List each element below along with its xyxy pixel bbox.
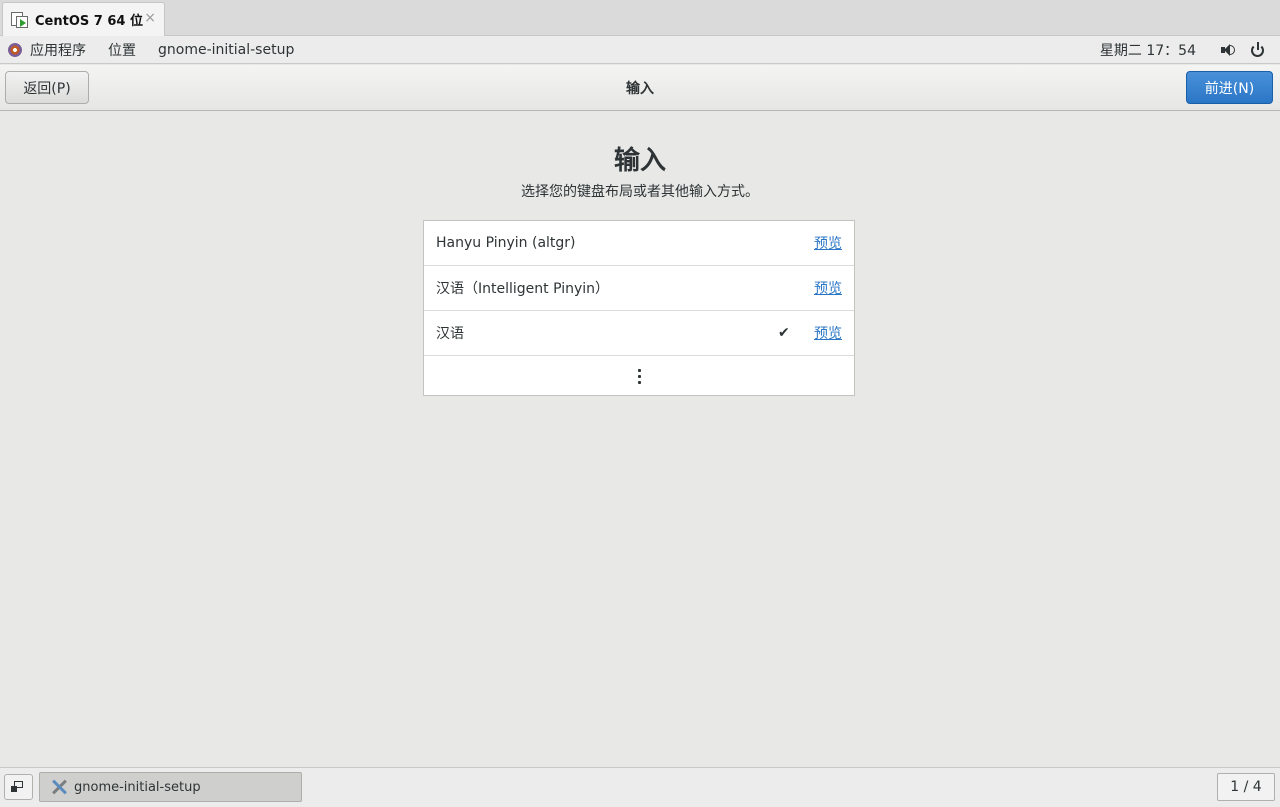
preview-link[interactable]: 预览 bbox=[814, 233, 842, 253]
input-source-row[interactable]: 汉语（Intelligent Pinyin） 预览 bbox=[424, 266, 854, 311]
taskbar-item[interactable]: gnome-initial-setup bbox=[39, 772, 302, 802]
input-source-label: 汉语（Intelligent Pinyin） bbox=[436, 281, 610, 297]
workspace-switcher[interactable]: 1 / 4 bbox=[1217, 773, 1275, 801]
gnome-foot-icon bbox=[8, 42, 22, 57]
input-source-label: Hanyu Pinyin (altgr) bbox=[436, 235, 576, 251]
page-title: 输入 bbox=[613, 146, 666, 176]
header-bar: 返回(P) 输入 前进(N) bbox=[0, 65, 1280, 111]
places-menu[interactable]: 位置 bbox=[108, 40, 136, 60]
vm-tab[interactable]: CentOS 7 64 位 × bbox=[2, 2, 165, 36]
preview-link[interactable]: 预览 bbox=[814, 278, 842, 298]
vm-icon bbox=[11, 11, 29, 29]
checkmark-icon: ✔ bbox=[778, 325, 790, 341]
top-bar: 应用程序 位置 gnome-initial-setup 星期二 17：54 bbox=[0, 36, 1280, 64]
applications-menu-label: 应用程序 bbox=[30, 42, 86, 59]
input-source-row[interactable]: Hanyu Pinyin (altgr) 预览 bbox=[424, 221, 854, 266]
vm-tab-strip: CentOS 7 64 位 × bbox=[0, 0, 1280, 36]
show-desktop-button[interactable] bbox=[4, 774, 33, 800]
taskbar-item-label: gnome-initial-setup bbox=[74, 779, 201, 795]
power-icon[interactable] bbox=[1250, 42, 1266, 58]
page-subtitle: 选择您的键盘布局或者其他输入方式。 bbox=[521, 184, 759, 200]
close-icon[interactable]: × bbox=[144, 10, 156, 26]
app-menu[interactable]: gnome-initial-setup bbox=[158, 42, 294, 58]
more-input-sources-button[interactable] bbox=[424, 356, 854, 396]
view-more-icon bbox=[637, 367, 641, 385]
next-button[interactable]: 前进(N) bbox=[1186, 71, 1273, 104]
volume-icon[interactable] bbox=[1220, 42, 1236, 58]
vm-tab-title: CentOS 7 64 位 bbox=[35, 14, 143, 29]
header-title: 输入 bbox=[626, 81, 654, 97]
clock[interactable]: 星期二 17：54 bbox=[1100, 40, 1196, 60]
system-tray: 星期二 17：54 bbox=[1100, 36, 1280, 64]
input-source-label: 汉语 bbox=[436, 326, 464, 342]
applications-menu[interactable]: 应用程序 bbox=[8, 40, 108, 60]
input-source-list: Hanyu Pinyin (altgr) 预览 汉语（Intelligent P… bbox=[423, 220, 855, 396]
tools-icon bbox=[50, 778, 68, 796]
back-button[interactable]: 返回(P) bbox=[5, 71, 89, 104]
input-source-row-selected[interactable]: 汉语 ✔ 预览 bbox=[424, 311, 854, 356]
preview-link[interactable]: 预览 bbox=[814, 323, 842, 343]
bottom-panel: gnome-initial-setup 1 / 4 bbox=[0, 767, 1280, 807]
